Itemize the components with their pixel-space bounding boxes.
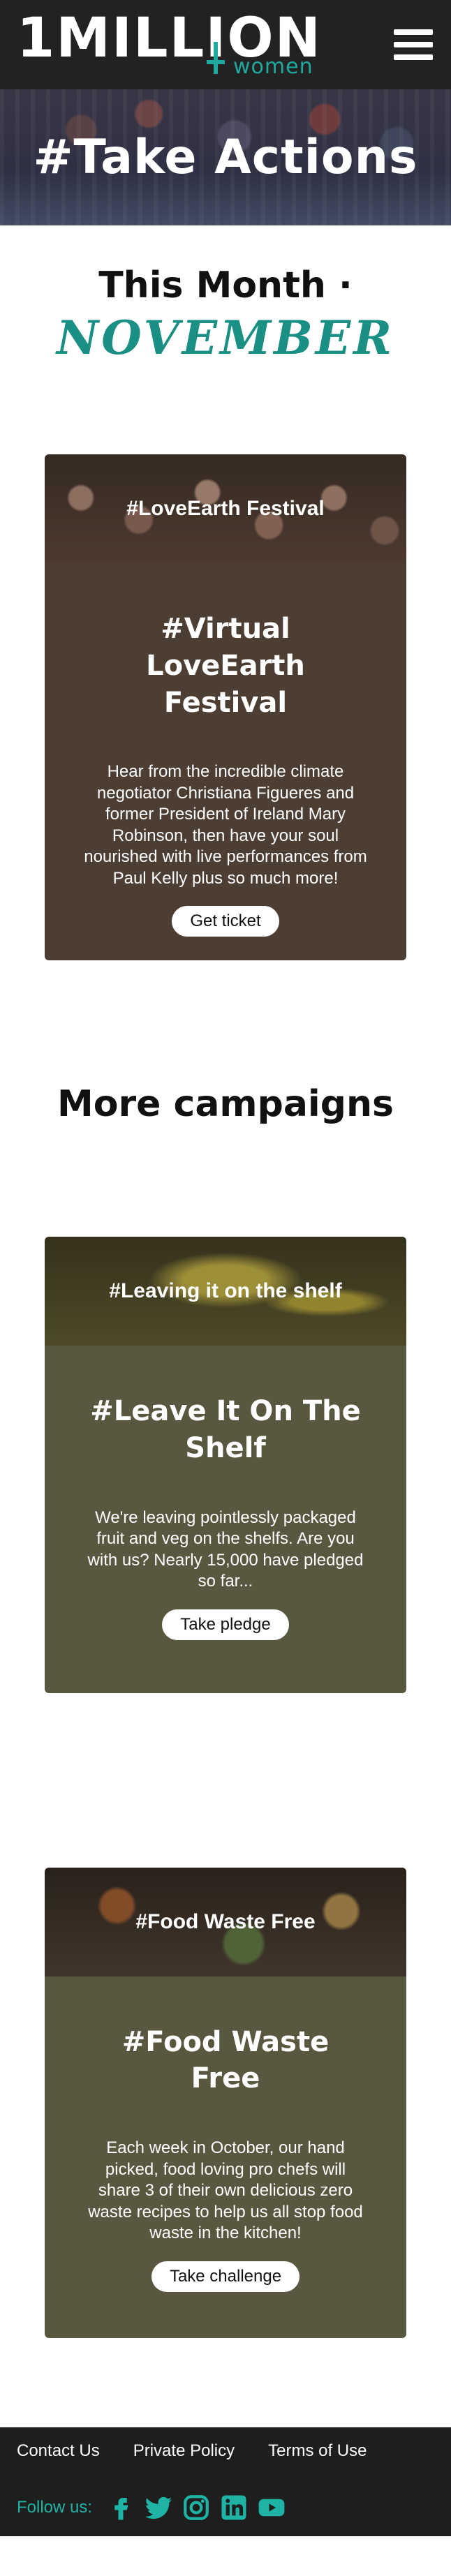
hero-banner: #Take Actions xyxy=(0,89,451,225)
facebook-icon[interactable] xyxy=(106,2493,135,2522)
card-title: #Food Waste Free xyxy=(121,2025,330,2095)
card-banner-image: #Food Waste Free xyxy=(45,1867,406,1976)
instagram-icon[interactable] xyxy=(182,2493,211,2522)
month-name: NOVEMBER xyxy=(56,311,395,365)
footer-links: Contact Us Private Policy Terms of Use xyxy=(17,2432,434,2461)
venus-symbol-icon xyxy=(207,42,225,75)
card-banner-image: #Leaving it on the shelf xyxy=(45,1237,406,1346)
card-banner-label: #Food Waste Free xyxy=(135,1909,316,1933)
featured-campaign-card: #LoveEarth Festival #Virtual LoveEarth F… xyxy=(45,454,406,961)
take-challenge-button[interactable]: Take challenge xyxy=(151,2261,300,2292)
logo-subtitle: women xyxy=(233,54,313,79)
card-title: #Leave It On The Shelf xyxy=(90,1395,361,1464)
card-body: #Food Waste Free Each week in October, o… xyxy=(45,1976,406,2338)
take-pledge-button[interactable]: Take pledge xyxy=(162,1609,289,1640)
more-campaigns-heading: More campaigns xyxy=(57,1083,394,1126)
hamburger-menu-icon[interactable] xyxy=(392,27,434,63)
card-body: #Virtual LoveEarth Festival Hear from th… xyxy=(45,563,406,961)
menu-bar xyxy=(394,29,433,35)
card-description: Hear from the incredible climate negotia… xyxy=(84,762,367,888)
this-month-label: This Month · xyxy=(98,265,353,306)
social-follow: Follow us: xyxy=(17,2493,434,2522)
get-ticket-button[interactable]: Get ticket xyxy=(172,906,279,937)
page-title: #Take Actions xyxy=(33,130,418,185)
follow-us-label: Follow us: xyxy=(17,2497,93,2517)
terms-of-use-link[interactable]: Terms of Use xyxy=(268,2441,367,2461)
campaign-card: #Food Waste Free #Food Waste Free Each w… xyxy=(45,1867,406,2338)
youtube-icon[interactable] xyxy=(257,2493,286,2522)
contact-us-link[interactable]: Contact Us xyxy=(17,2441,100,2461)
card-title: #Virtual LoveEarth Festival xyxy=(146,613,305,719)
card-description: We're leaving pointlessly packaged fruit… xyxy=(87,1507,364,1591)
card-banner-label: #Leaving it on the shelf xyxy=(109,1279,342,1303)
card-description: Each week in October, our hand picked, f… xyxy=(88,2138,363,2243)
menu-bar xyxy=(394,42,433,47)
private-policy-link[interactable]: Private Policy xyxy=(133,2441,235,2461)
menu-bar xyxy=(394,54,433,60)
twitter-icon[interactable] xyxy=(144,2493,173,2522)
card-banner-label: #LoveEarth Festival xyxy=(126,497,325,520)
site-footer: Contact Us Private Policy Terms of Use F… xyxy=(0,2427,451,2536)
card-banner-image: #LoveEarth Festival xyxy=(45,454,406,563)
site-header: 1MILLION women xyxy=(0,0,451,89)
card-body: #Leave It On The Shelf We're leaving poi… xyxy=(45,1346,406,1693)
campaign-card: #Leaving it on the shelf #Leave It On Th… xyxy=(45,1237,406,1693)
site-logo[interactable]: 1MILLION women xyxy=(17,6,322,84)
linkedin-icon[interactable] xyxy=(219,2493,249,2522)
this-month-heading: This Month · NOVEMBER xyxy=(0,225,451,365)
